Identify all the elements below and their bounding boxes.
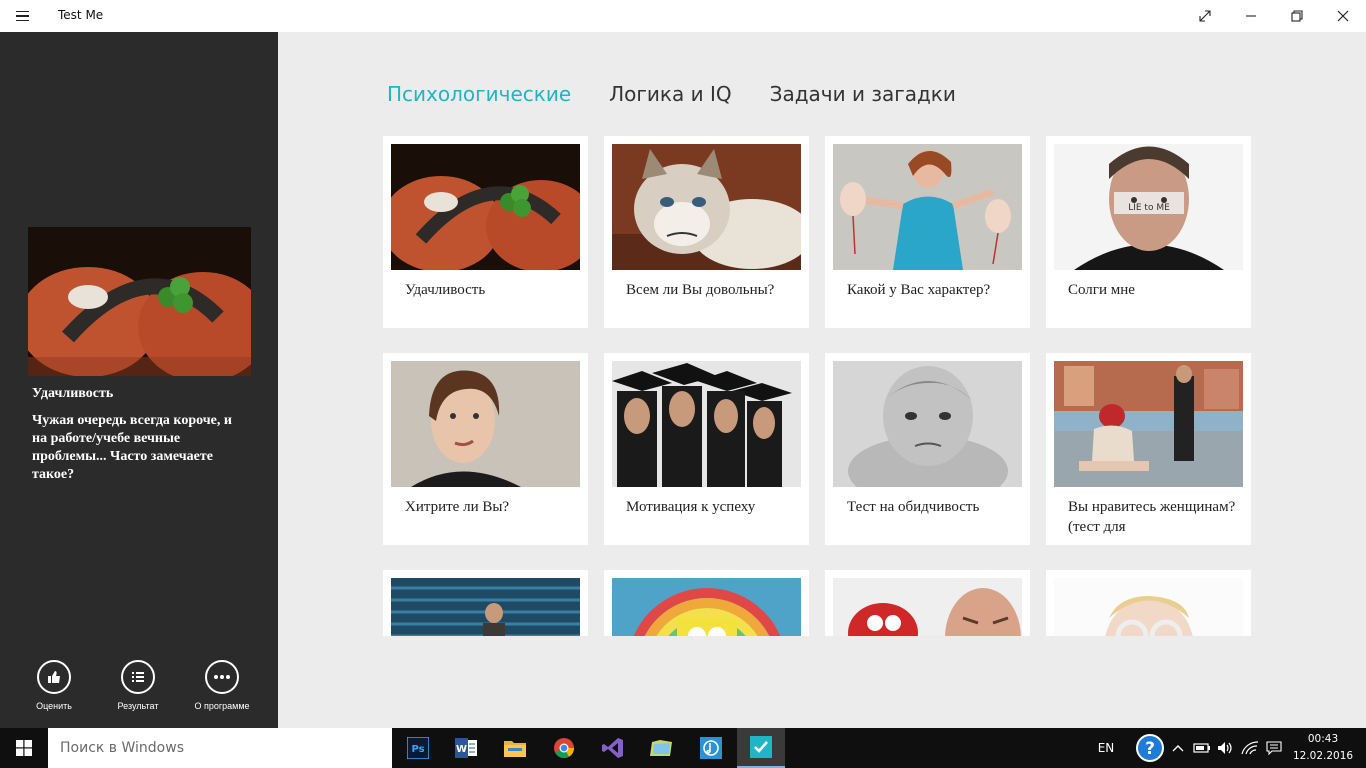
- volume-icon[interactable]: [1214, 728, 1238, 768]
- test-thumbnail: [391, 144, 580, 270]
- test-card[interactable]: Какой у Вас характер?: [825, 136, 1030, 328]
- music-app-icon[interactable]: [687, 728, 735, 768]
- more-icon: [205, 660, 239, 694]
- about-label: О программе: [194, 701, 250, 711]
- language-indicator[interactable]: EN: [1093, 728, 1119, 768]
- clock-time: 00:43: [1307, 733, 1339, 745]
- tab-puzzles[interactable]: Задачи и загадки: [770, 82, 956, 106]
- clock-date: 12.02.2016: [1292, 750, 1354, 762]
- photoshop-icon[interactable]: Ps: [394, 728, 442, 768]
- test-card[interactable]: Мотивация к успеху: [604, 353, 809, 545]
- test-me-app-icon[interactable]: [737, 728, 785, 768]
- battery-icon[interactable]: [1190, 728, 1214, 768]
- test-title: Хитрите ли Вы?: [405, 499, 510, 515]
- test-card[interactable]: [383, 570, 588, 636]
- taskbar: Ps W EN ? 00:43 12.02.2016: [0, 728, 1366, 768]
- test-thumbnail: [1054, 361, 1243, 487]
- wifi-icon[interactable]: [1238, 728, 1262, 768]
- test-thumbnail: [833, 144, 1022, 270]
- test-title: Удачливость: [405, 282, 486, 298]
- test-thumbnail: [1054, 578, 1243, 636]
- test-card[interactable]: LIE to ME Солги мне: [1046, 136, 1251, 328]
- svg-text:?: ?: [1145, 739, 1155, 759]
- list-icon: [121, 660, 155, 694]
- test-title: Всем ли Вы довольны?: [626, 282, 775, 298]
- search-input[interactable]: [48, 728, 392, 768]
- test-card[interactable]: Удачливость: [383, 136, 588, 328]
- svg-text:W: W: [456, 744, 467, 755]
- clock[interactable]: 00:43 12.02.2016: [1290, 731, 1356, 765]
- file-explorer-icon[interactable]: [491, 728, 539, 768]
- test-title: Мотивация к успеху: [626, 499, 756, 515]
- app-title: Test Me: [58, 8, 104, 22]
- about-button[interactable]: О программе: [182, 660, 262, 711]
- hamburger-menu-icon[interactable]: [10, 6, 34, 26]
- test-thumbnail: [391, 578, 580, 636]
- test-thumbnail: [833, 361, 1022, 487]
- test-card[interactable]: Вы нравитесь женщинам? (тест для: [1046, 353, 1251, 545]
- svg-text:LIE to ME: LIE to ME: [1128, 203, 1170, 213]
- test-card[interactable]: [604, 570, 809, 636]
- tests-grid: Удачливость Всем ли Вы довольны? Какой у…: [383, 136, 1263, 636]
- close-icon[interactable]: [1320, 0, 1366, 32]
- notifications-icon[interactable]: [1262, 728, 1286, 768]
- tab-logic-iq[interactable]: Логика и IQ: [609, 82, 731, 106]
- test-card[interactable]: [825, 570, 1030, 636]
- results-button[interactable]: Результат: [98, 660, 178, 711]
- visual-studio-icon[interactable]: [589, 728, 637, 768]
- test-thumbnail: [612, 144, 801, 270]
- main-content: Психологические Логика и IQ Задачи и заг…: [278, 32, 1366, 728]
- app-window: Test Me Удачливость Чужая очередь всегда…: [0, 0, 1366, 728]
- test-card[interactable]: Хитрите ли Вы?: [383, 353, 588, 545]
- chevron-up-icon[interactable]: [1168, 728, 1188, 768]
- test-title: Вы нравитесь женщинам? (тест для: [1068, 499, 1236, 535]
- test-thumbnail: [833, 578, 1022, 636]
- chrome-icon[interactable]: [540, 728, 588, 768]
- folder-app-icon[interactable]: [638, 728, 686, 768]
- test-thumbnail: [391, 361, 580, 487]
- test-thumbnail: [612, 578, 801, 636]
- svg-text:Ps: Ps: [411, 744, 424, 755]
- fullscreen-icon[interactable]: [1182, 0, 1228, 32]
- windows-start-icon[interactable]: [0, 728, 48, 768]
- sidebar: Удачливость Чужая очередь всегда короче,…: [0, 32, 278, 728]
- test-title: Солги мне: [1068, 282, 1135, 298]
- tab-psychological[interactable]: Психологические: [387, 82, 571, 106]
- selected-test-image: [28, 227, 251, 376]
- test-card[interactable]: [1046, 570, 1251, 636]
- category-tabs: Психологические Логика и IQ Задачи и заг…: [387, 82, 956, 106]
- results-label: Результат: [117, 701, 159, 711]
- thumbs-up-icon: [37, 660, 71, 694]
- test-title: Какой у Вас характер?: [847, 282, 991, 298]
- help-icon[interactable]: ?: [1132, 728, 1168, 768]
- restore-icon[interactable]: [1274, 0, 1320, 32]
- test-title: Тест на обидчивость: [847, 499, 980, 515]
- title-bar: Test Me: [0, 0, 1366, 32]
- test-thumbnail: LIE to ME: [1054, 144, 1243, 270]
- word-icon[interactable]: W: [442, 728, 490, 768]
- taskbar-search[interactable]: [48, 728, 392, 768]
- rate-label: Оценить: [36, 701, 72, 711]
- selected-test-title: Удачливость: [32, 386, 114, 401]
- selected-test-description: Чужая очередь всегда короче, и на работе…: [32, 413, 232, 482]
- minimize-icon[interactable]: [1228, 0, 1274, 32]
- test-thumbnail: [612, 361, 801, 487]
- test-card[interactable]: Тест на обидчивость: [825, 353, 1030, 545]
- test-card[interactable]: Всем ли Вы довольны?: [604, 136, 809, 328]
- rate-button[interactable]: Оценить: [14, 660, 94, 711]
